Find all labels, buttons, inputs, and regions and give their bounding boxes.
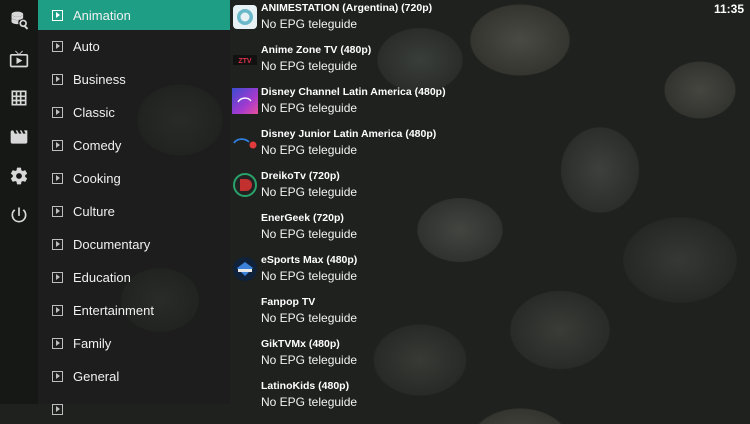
channel-epg: No EPG teleguide xyxy=(261,395,358,409)
dreikotv-logo xyxy=(232,172,258,198)
play-box-icon xyxy=(52,40,63,52)
channel-name: eSports Max (480p) xyxy=(261,254,358,266)
category-label: General xyxy=(73,368,120,384)
disney-junior-logo xyxy=(232,130,258,156)
channel-epg: No EPG teleguide xyxy=(261,143,358,157)
channel-name: GikTVMx (480p) xyxy=(261,338,340,350)
channel-name: LatinoKids (480p) xyxy=(261,380,350,392)
category-label: Classic xyxy=(73,104,115,120)
channel-epg: No EPG teleguide xyxy=(261,185,358,199)
category-item-cooking[interactable]: Cooking xyxy=(38,163,230,193)
channel-item[interactable]: GikTVMx (480p) No EPG teleguide xyxy=(232,336,532,378)
play-box-icon xyxy=(52,370,63,382)
category-label: Animation xyxy=(73,7,131,23)
channel-epg: No EPG teleguide xyxy=(261,311,358,325)
play-box-icon xyxy=(52,337,63,349)
channel-name: Fanpop TV xyxy=(261,296,316,308)
play-box-icon xyxy=(52,271,63,283)
category-list: Animation Auto Business Classic Comedy C… xyxy=(38,0,230,415)
category-item-family[interactable]: Family xyxy=(38,328,230,358)
category-item-education[interactable]: Education xyxy=(38,262,230,292)
channel-name: Disney Channel Latin America (480p) xyxy=(261,86,446,98)
category-label: Entertainment xyxy=(73,302,154,318)
play-box-icon xyxy=(52,139,63,151)
category-label: Culture xyxy=(73,203,115,219)
category-label: Education xyxy=(73,269,131,285)
side-icon-rail xyxy=(0,0,38,404)
play-box-icon xyxy=(52,238,63,250)
play-box-icon xyxy=(52,9,63,21)
settings-icon[interactable] xyxy=(9,166,29,186)
channel-item[interactable]: Fanpop TV No EPG teleguide xyxy=(232,294,532,336)
clock: 11:35 xyxy=(713,2,744,16)
tv-icon[interactable] xyxy=(9,49,29,69)
channel-logo-empty xyxy=(232,382,258,408)
search-icon[interactable] xyxy=(9,10,29,30)
category-label: Family xyxy=(73,335,112,351)
channel-item[interactable]: Disney Junior Latin America (480p) No EP… xyxy=(232,126,532,168)
animestation-logo xyxy=(232,4,258,30)
channel-epg: No EPG teleguide xyxy=(261,269,358,283)
channel-item[interactable]: LatinoKids (480p) No EPG teleguide xyxy=(232,378,532,420)
channel-item[interactable]: eSports Max (480p) No EPG teleguide xyxy=(232,252,532,294)
channel-item[interactable]: ZTV Anime Zone TV (480p) No EPG teleguid… xyxy=(232,42,532,84)
power-icon[interactable] xyxy=(9,205,29,225)
channel-item[interactable]: Disney Channel Latin America (480p) No E… xyxy=(232,84,532,126)
play-box-icon xyxy=(52,403,63,415)
channel-item[interactable]: DreikoTv (720p) No EPG teleguide xyxy=(232,168,532,210)
category-item-culture[interactable]: Culture xyxy=(38,196,230,226)
channel-name: EnerGeek (720p) xyxy=(261,212,344,224)
play-box-icon xyxy=(52,106,63,118)
channel-epg: No EPG teleguide xyxy=(261,353,358,367)
channel-logo-empty xyxy=(232,340,258,366)
play-box-icon xyxy=(52,73,63,85)
category-item-auto[interactable]: Auto xyxy=(38,31,230,61)
category-item-documentary[interactable]: Documentary xyxy=(38,229,230,259)
channel-item[interactable]: EnerGeek (720p) No EPG teleguide xyxy=(232,210,532,252)
svg-text:ZTV: ZTV xyxy=(238,58,252,65)
channel-epg: No EPG teleguide xyxy=(261,17,358,31)
play-box-icon xyxy=(52,172,63,184)
category-item-entertainment[interactable]: Entertainment xyxy=(38,295,230,325)
category-label: Comedy xyxy=(73,137,122,153)
channel-name: DreikoTv (720p) xyxy=(261,170,340,182)
channel-logo-empty xyxy=(232,298,258,324)
category-label: Auto xyxy=(73,38,100,54)
category-label: Business xyxy=(73,71,126,87)
category-item-comedy[interactable]: Comedy xyxy=(38,130,230,160)
category-item-partial[interactable] xyxy=(38,394,230,424)
channel-epg: No EPG teleguide xyxy=(261,227,358,241)
channel-epg: No EPG teleguide xyxy=(261,101,358,115)
anime-zone-logo: ZTV xyxy=(232,46,258,72)
category-item-business[interactable]: Business xyxy=(38,64,230,94)
channel-name: Anime Zone TV (480p) xyxy=(261,44,372,56)
esports-max-logo xyxy=(232,256,258,282)
category-item-general[interactable]: General xyxy=(38,361,230,391)
play-box-icon xyxy=(52,304,63,316)
channel-logo-empty xyxy=(232,214,258,240)
grid-icon[interactable] xyxy=(9,88,29,108)
disney-channel-logo xyxy=(232,88,258,114)
channel-epg: No EPG teleguide xyxy=(261,59,358,73)
channel-name: Disney Junior Latin America (480p) xyxy=(261,128,437,140)
play-box-icon xyxy=(52,205,63,217)
category-item-animation[interactable]: Animation xyxy=(38,0,230,30)
category-item-classic[interactable]: Classic xyxy=(38,97,230,127)
channel-name: ANIMESTATION (Argentina) (720p) xyxy=(261,2,433,14)
category-label: Documentary xyxy=(73,236,151,252)
movie-icon[interactable] xyxy=(9,127,29,147)
category-label: Cooking xyxy=(73,170,121,186)
channel-item[interactable]: ANIMESTATION (Argentina) (720p) No EPG t… xyxy=(232,0,532,42)
